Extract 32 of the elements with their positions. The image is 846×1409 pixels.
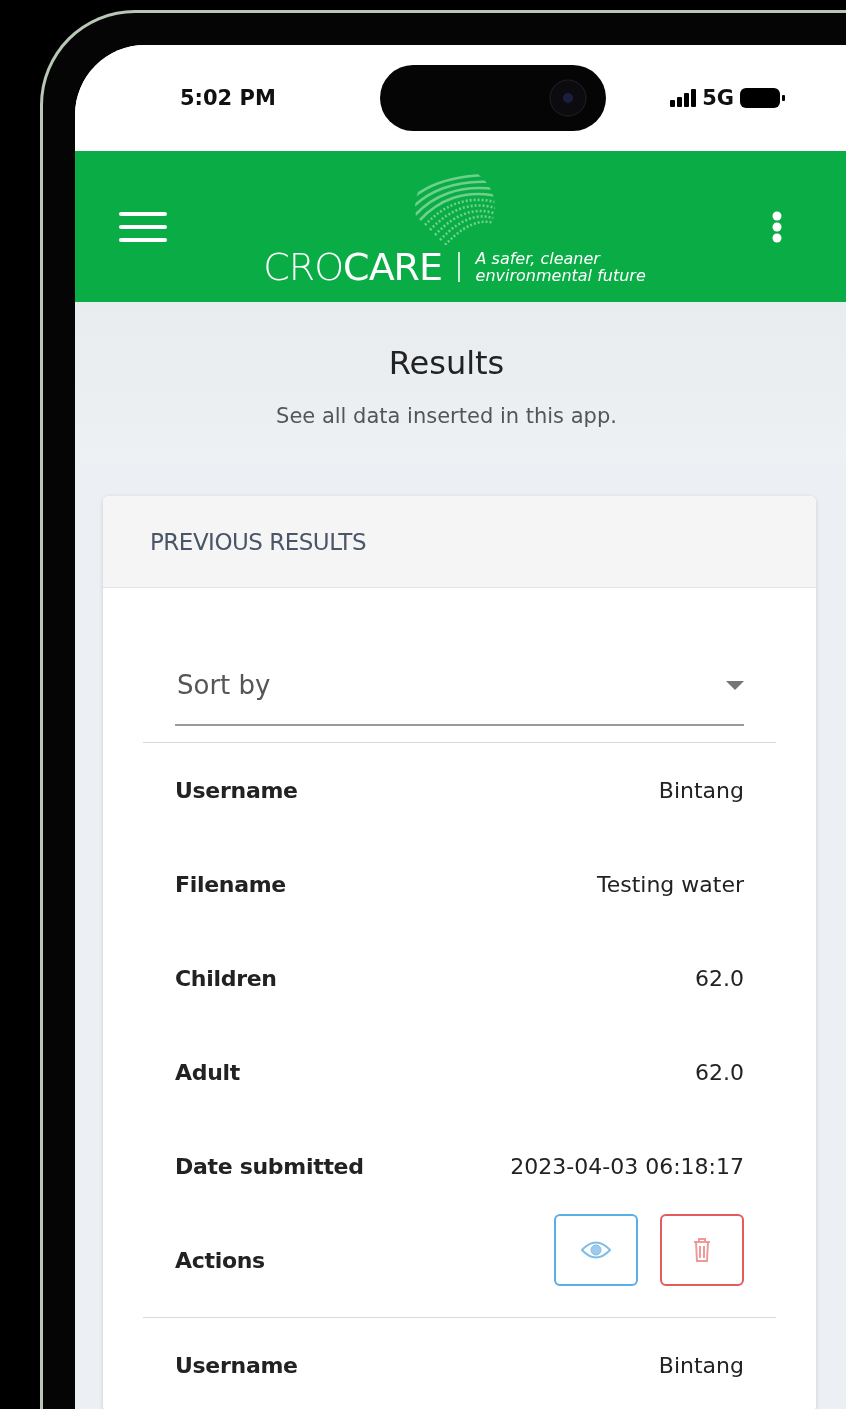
camera-icon — [548, 77, 588, 118]
network-label: 5G — [702, 85, 734, 110]
field-value: Bintang — [658, 777, 744, 803]
field-value: Testing water — [596, 871, 744, 897]
delete-button[interactable] — [660, 1214, 744, 1286]
field-label: Username — [175, 1352, 298, 1378]
menu-icon[interactable] — [119, 211, 167, 242]
card-title: PREVIOUS RESULTS — [150, 528, 366, 555]
view-button[interactable] — [554, 1214, 638, 1286]
page-subtitle: See all data inserted in this app. — [276, 404, 618, 429]
trash-icon — [693, 1238, 711, 1262]
caret-icon — [726, 680, 744, 690]
field-value: 62.0 — [695, 965, 744, 991]
field-value: Bintang — [658, 1352, 744, 1378]
battery-icon — [740, 86, 786, 109]
field-value: 2023-04-03 06:18:17 — [510, 1153, 744, 1179]
field-label: Children — [175, 965, 277, 991]
field-label: Filename — [175, 871, 286, 897]
field-value: 62.0 — [695, 1059, 744, 1085]
tagline-text: environmental future — [475, 266, 646, 284]
signal-icon — [670, 88, 697, 107]
page-title: Results — [388, 344, 506, 383]
more-icon[interactable] — [772, 210, 782, 243]
status-time: 5:02 PM — [180, 85, 277, 110]
field-label: Actions — [175, 1247, 265, 1273]
eye-icon — [581, 1241, 611, 1259]
tagline-text: A safer, cleaner — [475, 249, 602, 267]
field-label: Username — [175, 777, 298, 803]
brand-logo: CROCARE — [263, 244, 443, 289]
field-label: Adult — [175, 1059, 240, 1085]
sort-dropdown[interactable]: Sort by — [175, 669, 726, 701]
field-label: Date submitted — [175, 1153, 364, 1179]
